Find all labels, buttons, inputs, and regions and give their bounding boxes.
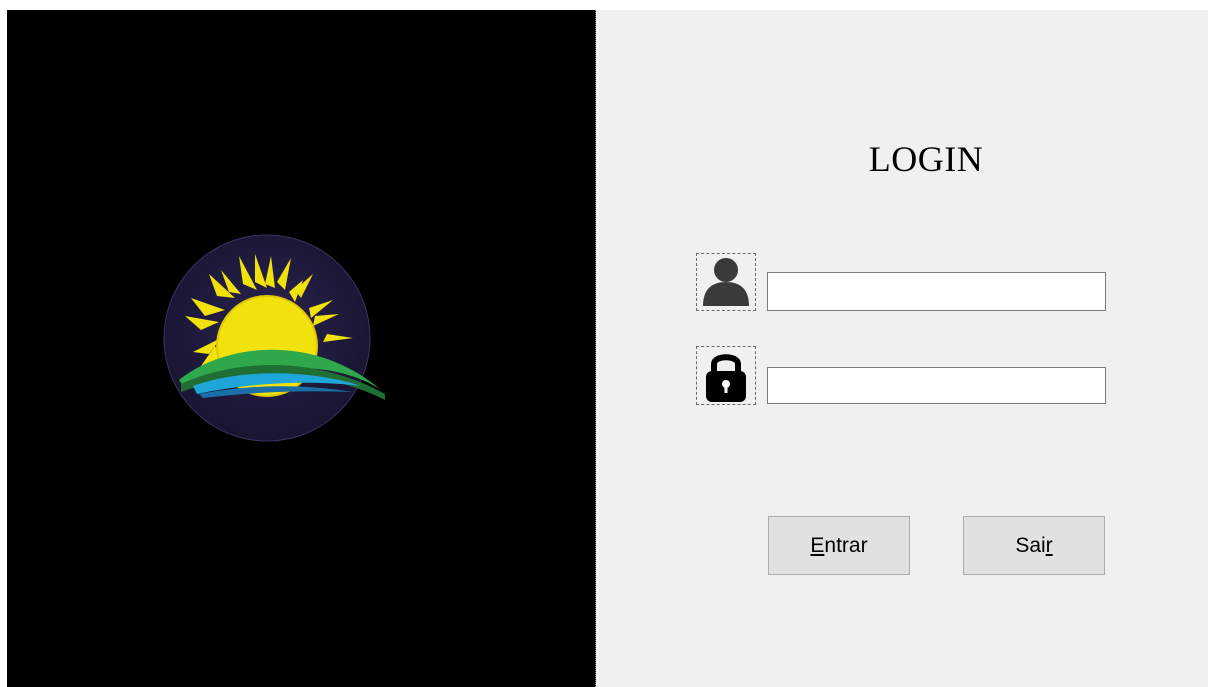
exit-button-mnemonic: r xyxy=(1045,533,1053,557)
logo-panel xyxy=(7,10,596,687)
login-window: LOGIN Entrar Sair xyxy=(7,10,1208,687)
sun-over-hills-logo xyxy=(163,234,385,442)
username-input[interactable] xyxy=(767,272,1106,311)
exit-button[interactable]: Sair xyxy=(963,516,1105,575)
password-input[interactable] xyxy=(767,367,1106,404)
enter-button-label: ntrar xyxy=(824,533,868,557)
user-icon xyxy=(696,253,756,311)
exit-button-label: Sai xyxy=(1015,533,1046,557)
login-form-panel: LOGIN Entrar Sair xyxy=(596,10,1208,687)
lock-icon xyxy=(696,346,756,405)
enter-button-mnemonic: E xyxy=(810,533,825,557)
enter-button[interactable]: Entrar xyxy=(768,516,910,575)
login-title: LOGIN xyxy=(868,139,984,179)
